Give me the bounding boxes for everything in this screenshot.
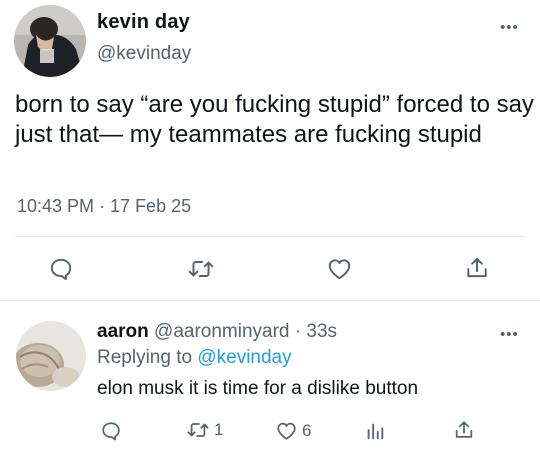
share-icon xyxy=(467,257,487,278)
replying-mention[interactable]: @kevinday xyxy=(197,347,291,368)
reply-like-button[interactable]: 6 xyxy=(275,420,311,442)
author-handle[interactable]: @kevinday xyxy=(97,43,191,65)
like-count: 6 xyxy=(302,421,312,440)
share-button[interactable] xyxy=(464,255,490,281)
reply-text: elon musk it is time for a dislike butto… xyxy=(97,378,419,399)
reply-tweet: aaron @aaronminyard · 33s ••• Replying t… xyxy=(0,301,540,452)
author-name[interactable]: kevin day xyxy=(97,11,190,34)
more-options-icon[interactable]: ••• xyxy=(500,326,519,343)
reply-analytics-button[interactable] xyxy=(364,420,386,442)
reply-icon xyxy=(102,422,120,441)
tweet-timestamp[interactable]: 10:43 PM · 17 Feb 25 xyxy=(17,196,191,217)
share-icon xyxy=(455,421,473,438)
analytics-icon xyxy=(367,423,384,440)
retweet-count: 1 xyxy=(214,420,224,439)
reply-button[interactable] xyxy=(48,256,74,282)
replying-prefix: Replying to xyxy=(97,347,198,368)
replying-to: Replying to @kevinday xyxy=(97,347,292,369)
reply-share-button[interactable] xyxy=(453,419,475,441)
tweet-text: born to say “are you fucking stupid” for… xyxy=(15,91,534,148)
retweet-icon xyxy=(187,423,209,437)
retweet-button[interactable] xyxy=(187,256,215,282)
reply-header: aaron @aaronminyard · 33s xyxy=(97,321,337,343)
divider xyxy=(15,236,525,237)
reply-retweet-button[interactable]: 1 xyxy=(186,419,223,441)
avatar-aaron[interactable] xyxy=(16,321,86,391)
reply-icon xyxy=(50,258,72,281)
like-button[interactable] xyxy=(326,256,353,282)
avatar-kevin-day[interactable] xyxy=(14,5,86,77)
main-tweet: kevin day @kevinday ••• born to say “are… xyxy=(0,0,540,300)
reply-author-name[interactable]: aaron xyxy=(97,321,149,342)
like-icon xyxy=(277,422,296,440)
reply-reply-button[interactable] xyxy=(100,420,122,442)
reply-handle-time[interactable]: @aaronminyard · 33s xyxy=(149,321,337,342)
retweet-icon xyxy=(188,261,214,277)
more-options-icon[interactable]: ••• xyxy=(500,19,519,36)
like-icon xyxy=(328,259,351,280)
